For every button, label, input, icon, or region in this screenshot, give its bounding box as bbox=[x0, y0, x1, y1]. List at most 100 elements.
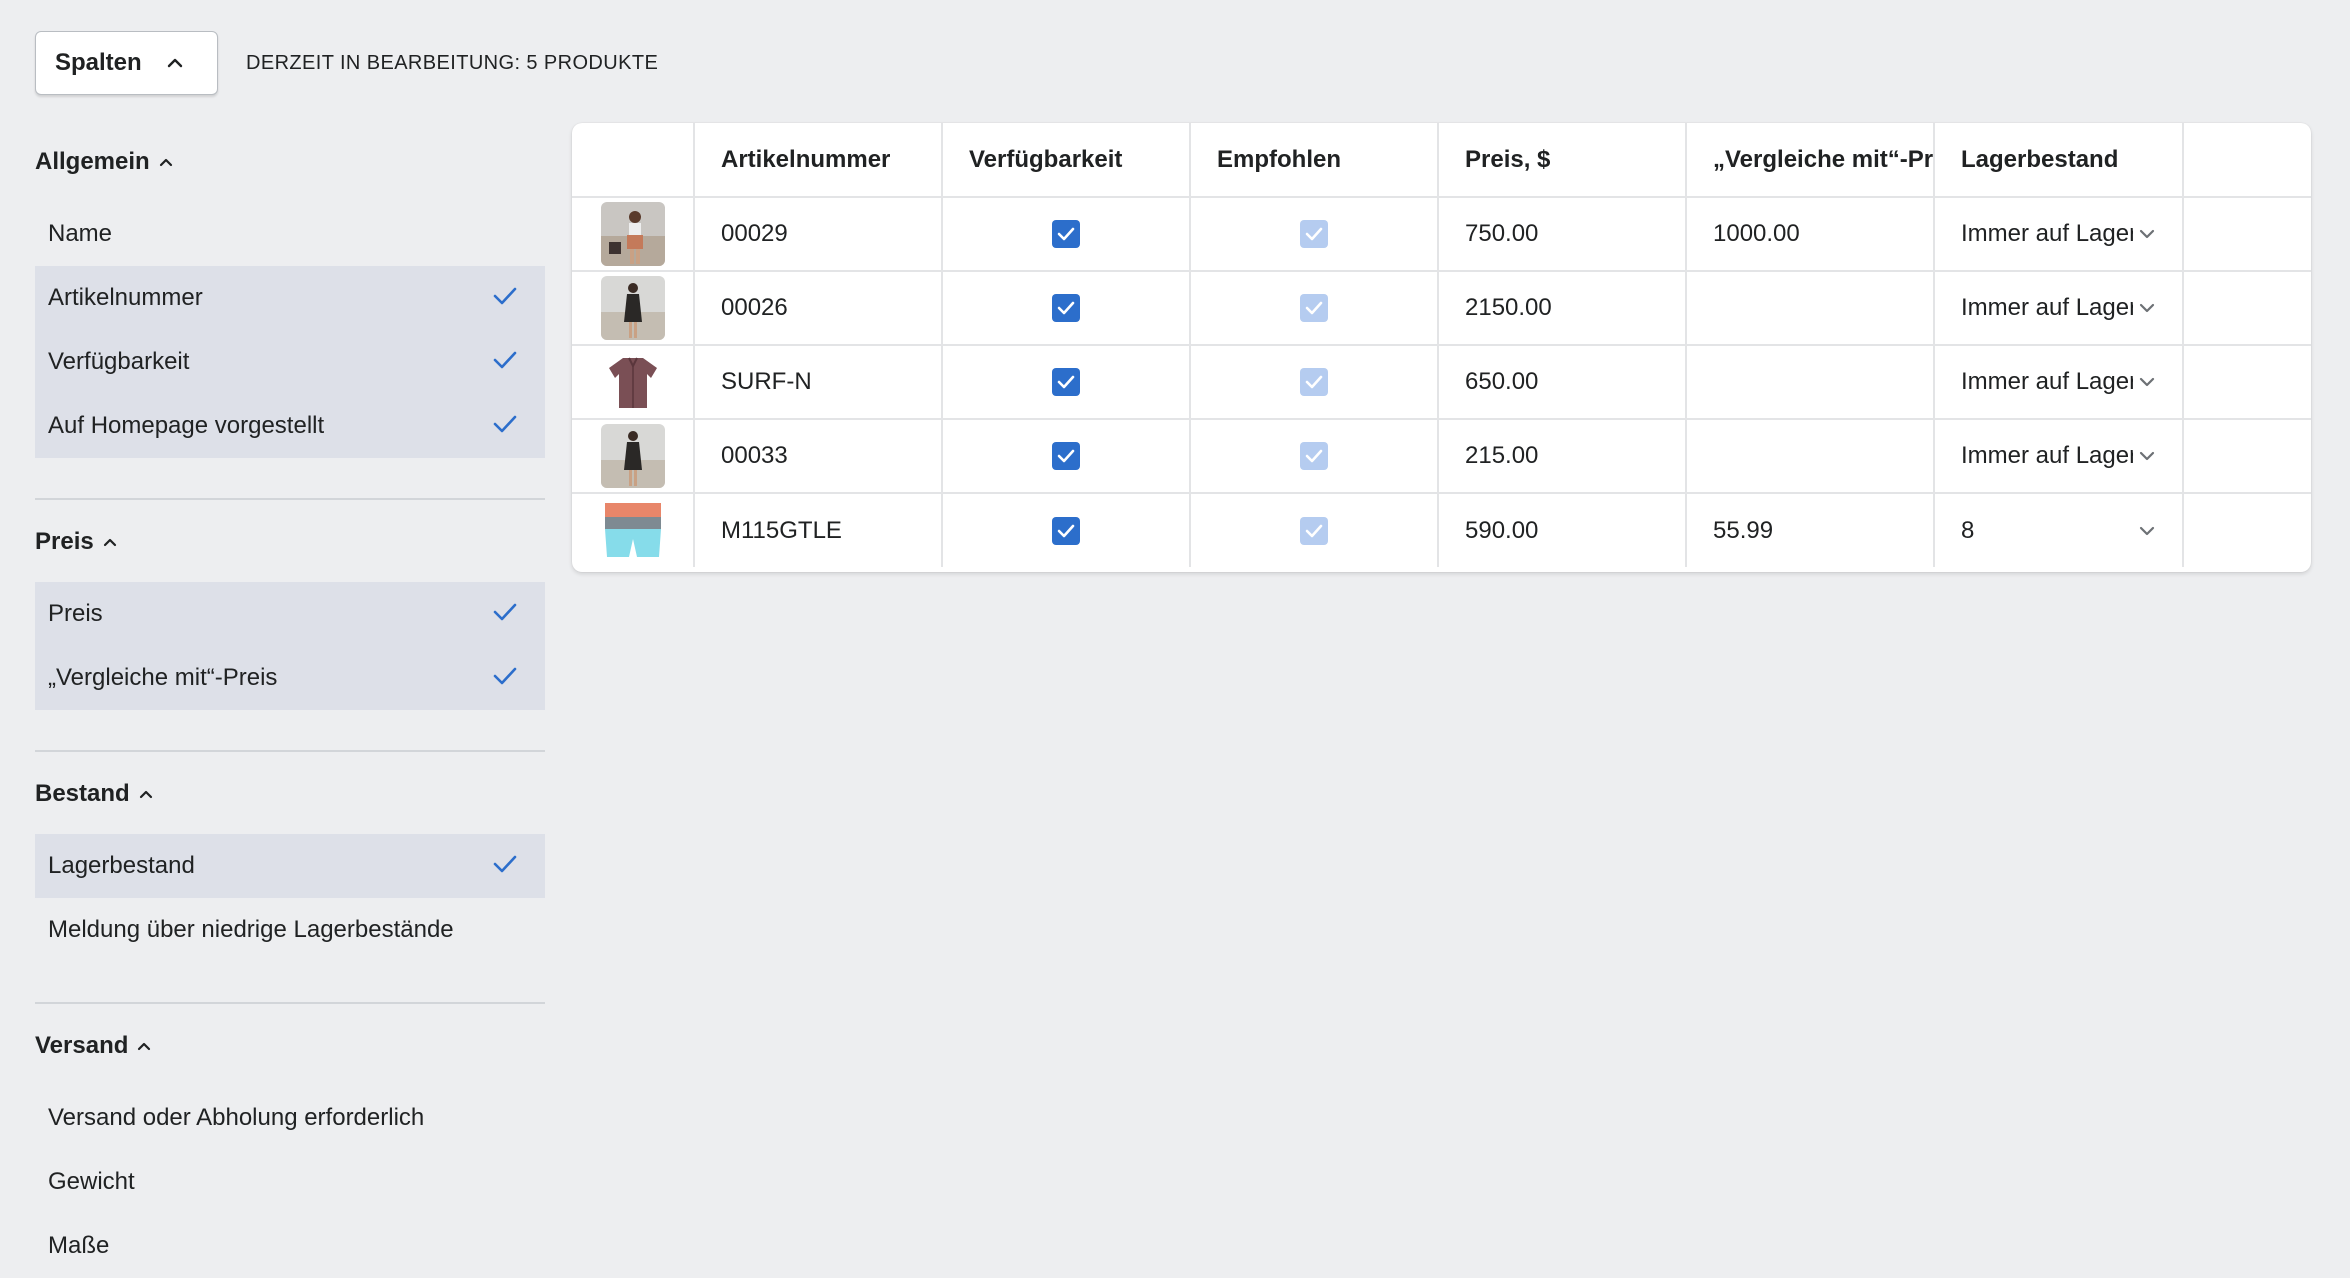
header-preis: Preis, $ bbox=[1438, 123, 1687, 198]
stock-cell[interactable]: 8 bbox=[1934, 493, 2184, 567]
stock-cell[interactable]: Immer auf Lager bbox=[1934, 419, 2184, 494]
column-option-name[interactable]: Name bbox=[35, 202, 545, 266]
column-option-homepage-featured[interactable]: Auf Homepage vorgestellt bbox=[35, 394, 545, 458]
product-photo-black-dress bbox=[600, 276, 665, 340]
column-option-label: Name bbox=[48, 220, 113, 247]
editing-status: DERZEIT IN BEARBEITUNG: 5 PRODUKTE bbox=[246, 51, 659, 74]
header-compare-price: „Vergleiche mit“-Preis bbox=[1686, 123, 1935, 198]
column-option-gewicht[interactable]: Gewicht bbox=[35, 1150, 545, 1214]
sku-cell[interactable]: 00026 bbox=[694, 271, 943, 346]
featured-checkbox[interactable] bbox=[1300, 442, 1328, 471]
product-photo-black-dress bbox=[600, 424, 665, 488]
column-option-label: Artikelnummer bbox=[48, 284, 203, 311]
featured-checkbox[interactable] bbox=[1300, 294, 1328, 323]
chevron-down-icon bbox=[2138, 376, 2156, 388]
stock-cell[interactable]: Immer auf Lager bbox=[1934, 345, 2184, 420]
empty-cell bbox=[2183, 345, 2311, 420]
group-header-bestand[interactable]: Bestand bbox=[35, 762, 545, 826]
product-image-cell bbox=[572, 197, 695, 272]
availability-cell bbox=[942, 197, 1191, 272]
empty-cell bbox=[2183, 197, 2311, 272]
chevron-down-icon bbox=[2138, 302, 2156, 314]
availability-cell bbox=[942, 345, 1191, 420]
group-header-versand[interactable]: Versand bbox=[35, 1014, 545, 1078]
compare-price-cell[interactable]: 1000.00 bbox=[1686, 197, 1935, 272]
product-photo-woman-beach bbox=[600, 202, 665, 266]
price-cell[interactable]: 590.00 bbox=[1438, 493, 1687, 567]
availability-checkbox[interactable] bbox=[1052, 220, 1080, 249]
column-option-preis[interactable]: Preis bbox=[35, 582, 545, 646]
group-header-allgemein[interactable]: Allgemein bbox=[35, 130, 545, 194]
availability-checkbox[interactable] bbox=[1052, 368, 1080, 397]
product-image-cell bbox=[572, 493, 695, 567]
price-cell[interactable]: 215.00 bbox=[1438, 419, 1687, 494]
column-option-compare-price[interactable]: „Vergleiche mit“-Preis bbox=[35, 646, 545, 710]
featured-checkbox[interactable] bbox=[1300, 220, 1328, 249]
chevron-down-icon bbox=[2138, 450, 2156, 462]
featured-cell bbox=[1190, 419, 1439, 494]
column-option-lagerbestand[interactable]: Lagerbestand bbox=[35, 834, 545, 898]
group-title: Bestand bbox=[35, 780, 130, 807]
header-artikelnummer: Artikelnummer bbox=[694, 123, 943, 198]
checkmark-icon bbox=[493, 600, 517, 628]
column-option-label: „Vergleiche mit“-Preis bbox=[48, 664, 278, 691]
table-row: 00029 750.00 1000.00 Immer auf Lager bbox=[572, 197, 2311, 272]
featured-cell bbox=[1190, 493, 1439, 567]
availability-cell bbox=[942, 419, 1191, 494]
compare-price-cell[interactable]: 55.99 bbox=[1686, 493, 1935, 567]
stock-value: Immer auf Lager bbox=[1961, 294, 2133, 322]
compare-price-cell[interactable] bbox=[1686, 345, 1935, 420]
product-photo-board-shorts bbox=[600, 498, 665, 563]
table-header-row: Artikelnummer Verfügbarkeit Empfohlen Pr… bbox=[572, 123, 2311, 198]
chevron-up-icon bbox=[102, 536, 118, 548]
sku-cell[interactable]: SURF-N bbox=[694, 345, 943, 420]
group-title: Versand bbox=[35, 1032, 129, 1059]
product-image-cell bbox=[572, 345, 695, 420]
sku-cell[interactable]: 00033 bbox=[694, 419, 943, 494]
table-row: SURF-N 650.00 Immer auf Lager bbox=[572, 345, 2311, 420]
column-option-low-stock-alert[interactable]: Meldung über niedrige Lagerbestände bbox=[35, 898, 545, 962]
compare-price-cell[interactable] bbox=[1686, 419, 1935, 494]
column-option-label: Gewicht bbox=[48, 1168, 135, 1195]
checkmark-icon bbox=[493, 284, 517, 312]
header-image bbox=[572, 123, 695, 198]
featured-checkbox[interactable] bbox=[1300, 516, 1328, 545]
price-cell[interactable]: 2150.00 bbox=[1438, 271, 1687, 346]
compare-price-cell[interactable] bbox=[1686, 271, 1935, 346]
featured-checkbox[interactable] bbox=[1300, 368, 1328, 397]
column-option-masse[interactable]: Maße bbox=[35, 1214, 545, 1278]
price-cell[interactable]: 750.00 bbox=[1438, 197, 1687, 272]
group-header-preis[interactable]: Preis bbox=[35, 510, 545, 574]
header-empfohlen: Empfohlen bbox=[1190, 123, 1439, 198]
chevron-up-icon bbox=[138, 788, 154, 800]
sku-cell[interactable]: 00029 bbox=[694, 197, 943, 272]
checkmark-icon bbox=[493, 852, 517, 880]
stock-cell[interactable]: Immer auf Lager bbox=[1934, 271, 2184, 346]
availability-checkbox[interactable] bbox=[1052, 294, 1080, 323]
availability-checkbox[interactable] bbox=[1052, 516, 1080, 545]
column-option-shipping-required[interactable]: Versand oder Abholung erforderlich bbox=[35, 1086, 545, 1150]
columns-button-label: Spalten bbox=[55, 49, 142, 76]
featured-cell bbox=[1190, 345, 1439, 420]
empty-cell bbox=[2183, 271, 2311, 346]
table-row: 00026 2150.00 Immer auf Lager bbox=[572, 271, 2311, 346]
empty-cell bbox=[2183, 493, 2311, 567]
availability-checkbox[interactable] bbox=[1052, 442, 1080, 471]
stock-cell[interactable]: Immer auf Lager bbox=[1934, 197, 2184, 272]
featured-cell bbox=[1190, 271, 1439, 346]
column-option-artikelnummer[interactable]: Artikelnummer bbox=[35, 266, 545, 330]
chevron-up-icon bbox=[136, 1040, 152, 1052]
column-option-label: Lagerbestand bbox=[48, 852, 195, 879]
divider bbox=[35, 750, 545, 752]
header-verfuegbarkeit: Verfügbarkeit bbox=[942, 123, 1191, 198]
product-image-cell bbox=[572, 419, 695, 494]
columns-toggle-button[interactable]: Spalten bbox=[35, 31, 218, 95]
product-image-cell bbox=[572, 271, 695, 346]
group-title: Preis bbox=[35, 528, 94, 555]
sku-cell[interactable]: M115GTLE bbox=[694, 493, 943, 567]
table-row: M115GTLE 590.00 55.99 8 bbox=[572, 493, 2311, 567]
divider bbox=[35, 498, 545, 500]
checkmark-icon bbox=[493, 348, 517, 376]
price-cell[interactable]: 650.00 bbox=[1438, 345, 1687, 420]
column-option-verfuegbarkeit[interactable]: Verfügbarkeit bbox=[35, 330, 545, 394]
